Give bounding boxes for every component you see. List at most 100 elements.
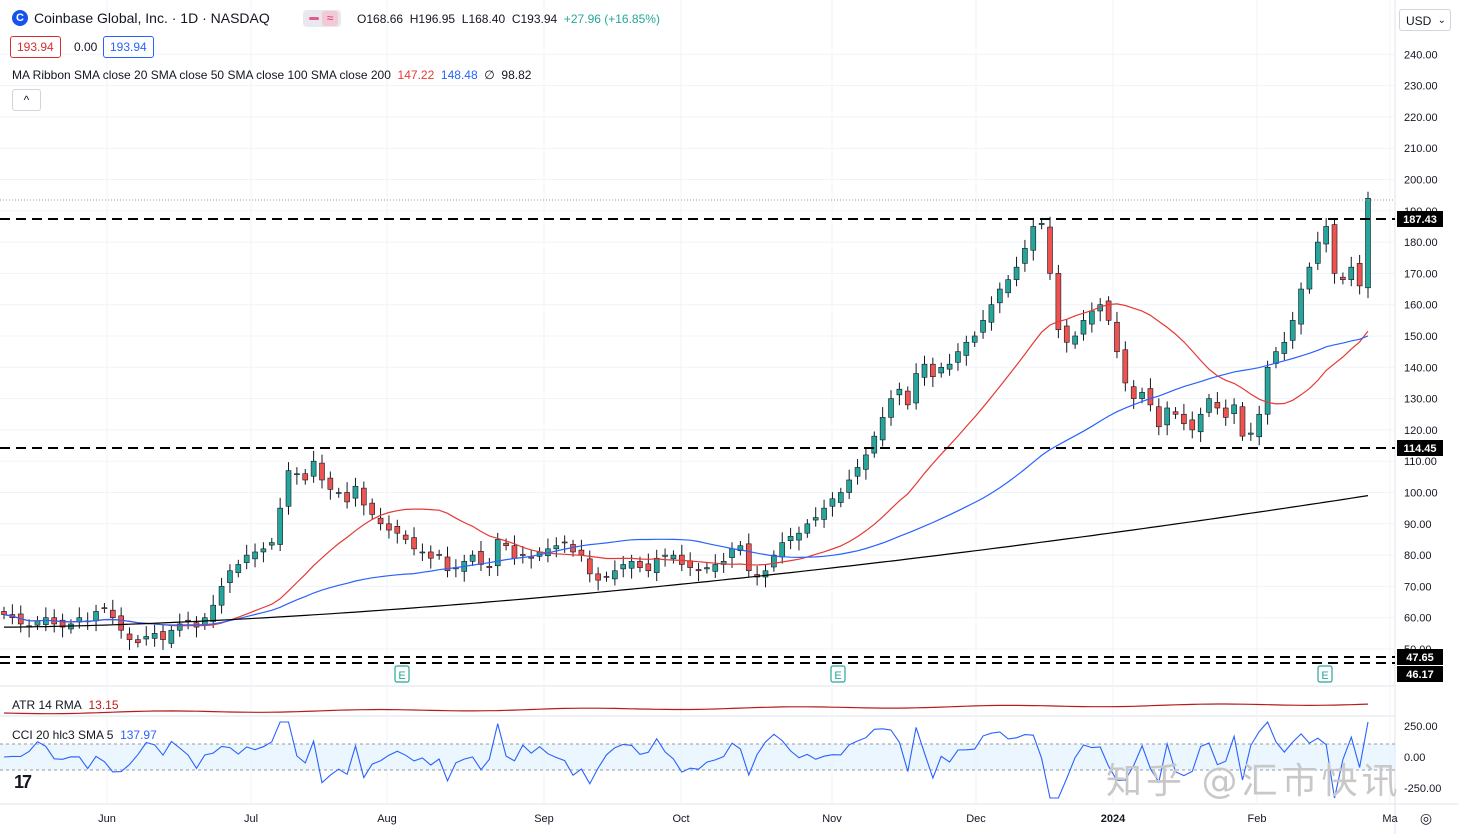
sma20-line	[3, 303, 1369, 627]
candle-body	[838, 492, 844, 503]
candle-body	[1239, 406, 1246, 437]
candle-body	[1348, 266, 1355, 280]
candle-body	[888, 398, 894, 418]
earnings-marker-label: E	[398, 670, 405, 682]
candle-body	[1013, 266, 1020, 280]
time-tick-label: Oct	[672, 813, 689, 825]
candle-body	[377, 517, 384, 525]
candle-body	[1314, 241, 1321, 264]
candle-body	[553, 545, 560, 550]
candle-body	[745, 543, 752, 572]
currency-select[interactable]: USD ⌄	[1399, 9, 1451, 31]
candle-body	[294, 473, 300, 476]
price-tick-label: 80.00	[1404, 550, 1432, 562]
earnings-marker-label: E	[834, 670, 841, 682]
candle-body	[394, 526, 401, 534]
candle-body	[369, 502, 375, 515]
candle-body	[653, 557, 660, 573]
candle-body	[1047, 226, 1053, 274]
settings-icon[interactable]: ◎	[1418, 810, 1434, 826]
candle-body	[344, 492, 350, 503]
cci-legend[interactable]: CCI 20 hlc3 SMA 5 137.97	[12, 728, 157, 742]
symbol-title[interactable]: Coinbase Global, Inc. · 1D · NASDAQ	[34, 10, 270, 26]
candle-body	[160, 631, 166, 640]
sell-price-button[interactable]: 193.94	[10, 36, 61, 58]
candle-body	[1356, 263, 1363, 287]
spread-value: 0.00	[74, 40, 98, 54]
candle-body	[210, 604, 217, 622]
candle-body	[185, 619, 191, 622]
candle-body	[34, 620, 41, 626]
candle-body	[1281, 341, 1288, 354]
candle-body	[704, 567, 710, 570]
eye-icon[interactable]	[309, 17, 319, 20]
candle-body	[1139, 392, 1145, 399]
time-tick-label: Ma	[1382, 813, 1398, 825]
price-tick-label: 70.00	[1404, 581, 1432, 593]
coinbase-logo-icon: C	[12, 10, 28, 26]
ma-ribbon-legend[interactable]: MA Ribbon SMA close 20 SMA close 50 SMA …	[12, 68, 531, 82]
candle-body	[946, 363, 953, 370]
candle-body	[1206, 398, 1212, 413]
candle-body	[846, 479, 852, 493]
candle-body	[126, 633, 133, 640]
candle-body	[628, 561, 635, 569]
candle-body	[1197, 413, 1204, 433]
candle-body	[386, 523, 392, 531]
candle-body	[427, 551, 434, 559]
price-chart[interactable]: 50.0060.0070.0080.0090.00100.00110.00120…	[0, 0, 1458, 834]
compare-icon[interactable]: ≈	[322, 11, 338, 26]
candle-body	[645, 563, 652, 572]
candle-body	[812, 517, 819, 521]
price-level-label: 47.65	[1406, 652, 1434, 664]
collapse-legend-button[interactable]: ^	[12, 89, 41, 111]
candle-body	[1340, 276, 1346, 280]
candle-body	[93, 611, 99, 622]
candle-body	[352, 485, 359, 499]
earnings-marker-label: E	[1321, 670, 1328, 682]
cci-tick-label: -250.00	[1404, 783, 1441, 795]
candle-body	[595, 573, 601, 581]
candle-body	[955, 351, 961, 363]
atr-line	[3, 703, 1369, 715]
candle-body	[327, 477, 334, 490]
candle-body	[1264, 366, 1271, 415]
candle-body	[670, 554, 677, 560]
candle-body	[227, 570, 233, 583]
atr-legend[interactable]: ATR 14 RMA 13.15	[12, 698, 119, 712]
candle-body	[528, 556, 534, 559]
candle-body	[1089, 310, 1095, 325]
time-tick-label: Nov	[822, 813, 842, 825]
candle-body	[1038, 223, 1045, 225]
price-tick-label: 200.00	[1404, 175, 1438, 187]
candle-body	[804, 523, 811, 534]
candle-body	[478, 551, 484, 565]
candle-body	[310, 460, 317, 477]
time-tick-label: Jul	[244, 813, 258, 825]
candle-body	[871, 435, 878, 454]
candle-body	[1181, 413, 1187, 424]
candle-body	[921, 363, 928, 378]
candle-body	[419, 551, 426, 554]
price-tick-label: 130.00	[1404, 394, 1438, 406]
candle-body	[1172, 411, 1179, 415]
candle-body	[712, 564, 719, 572]
candle-body	[511, 545, 518, 559]
candle-body	[101, 607, 108, 609]
time-tick-label: Feb	[1248, 813, 1267, 825]
price-tick-label: 110.00	[1404, 456, 1437, 468]
price-tick-label: 170.00	[1404, 268, 1438, 280]
candle-body	[904, 390, 911, 406]
candle-body	[1155, 406, 1162, 428]
price-tick-label: 180.00	[1404, 237, 1438, 249]
time-tick-label: Aug	[377, 813, 397, 825]
candle-body	[971, 335, 978, 343]
candle-body	[252, 551, 258, 560]
price-tick-label: 220.00	[1404, 112, 1438, 124]
buy-price-button[interactable]: 193.94	[103, 36, 154, 58]
candle-body	[980, 320, 986, 333]
candle-body	[1080, 320, 1087, 335]
cci-tick-label: 250.00	[1404, 721, 1438, 733]
candle-body	[695, 569, 702, 572]
price-level-label: 114.45	[1403, 443, 1436, 455]
